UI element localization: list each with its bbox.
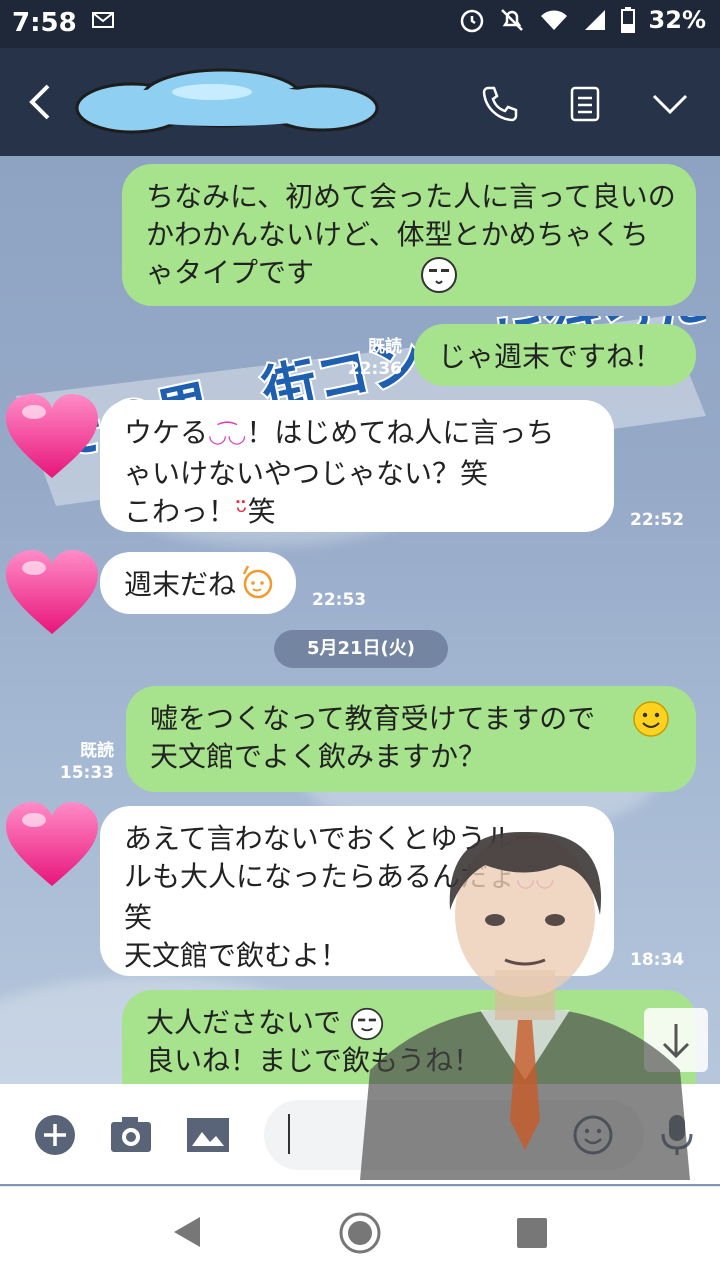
message-bubble-outgoing[interactable]: ちなみに、初めて会った人に言って良いのかわかんないけど、体型とかめちゃくちゃタイ…: [122, 164, 696, 306]
back-icon[interactable]: [26, 82, 56, 122]
message-text: こわっ！: [124, 495, 237, 528]
mail-notification-icon: [92, 12, 114, 28]
message-input-bar: [0, 1084, 720, 1184]
message-text: じゃ週末ですね！: [438, 340, 663, 373]
text-cursor: [288, 1114, 290, 1154]
scroll-to-bottom-button[interactable]: [644, 1008, 708, 1072]
message-bubble-outgoing[interactable]: 嘘をつくなって教育受けてますので 天文館でよく飲みますか？: [126, 686, 696, 792]
notes-icon[interactable]: [566, 84, 606, 124]
message-text: 笑: [247, 495, 276, 528]
status-bar: 7:58 32%: [0, 0, 720, 48]
image-icon[interactable]: [186, 1114, 230, 1156]
avatar-heart[interactable]: [4, 392, 100, 482]
message-text: 週末だね: [124, 568, 237, 601]
message-text: 良いね！まじで飲もうね！: [146, 1044, 482, 1077]
phone-icon[interactable]: [480, 84, 520, 124]
kiss-face-emoji-icon: ◡͡◡: [208, 423, 247, 448]
message-text: ！はじめてね人に言っち: [246, 416, 555, 449]
message-text: ゃいけないやつじゃない？笑: [124, 457, 489, 490]
signal-icon: [584, 10, 605, 30]
status-time: 7:58: [12, 8, 77, 38]
chat-area[interactable]: ちなみに、初めて会った人に言って良いのかわかんないけど、体型とかめちゃくちゃタイ…: [0, 156, 720, 1084]
message-text: あえて言わないでおくとゆうルー: [124, 822, 542, 855]
date-divider: 5月21日(火): [274, 630, 448, 668]
message-text: 大人ださないで: [146, 1006, 342, 1039]
wifi-icon: [540, 10, 567, 30]
message-bubble-incoming[interactable]: ウケる◡͡◡！はじめてね人に言っち ゃいけないやつじゃない？笑 こわっ！ᵕ̈笑: [100, 400, 614, 532]
kiss-face-emoji-icon: ◡͡◡: [516, 867, 555, 892]
avatar-heart[interactable]: [4, 800, 100, 890]
battery-icon: [620, 7, 635, 33]
message-bubble-outgoing[interactable]: じゃ週末ですね！: [414, 324, 696, 386]
smiley-emoji-icon: [633, 701, 669, 737]
waving-face-emoji-icon: [242, 565, 273, 599]
battery-percent: 32%: [648, 6, 706, 34]
tongue-emoji-icon: ᵕ̈: [236, 495, 248, 528]
message-text: 天文館で飲むよ！: [124, 939, 349, 972]
nav-back-icon[interactable]: [172, 1215, 202, 1249]
chat-header: [0, 48, 720, 156]
message-text: ウケる: [124, 416, 209, 449]
mic-icon[interactable]: [656, 1114, 698, 1156]
scroll-down-icon: [662, 1024, 690, 1059]
message-text: 嘘をつくなって教育受けてますので: [150, 702, 596, 735]
message-time: 22:52: [630, 510, 685, 530]
message-time: 18:34: [630, 950, 685, 970]
read-receipt: 既読 15:33: [59, 741, 114, 783]
censor-cloud-sticker: [75, 68, 379, 134]
sticker-face-icon: [421, 257, 457, 293]
avatar-heart[interactable]: [4, 548, 100, 638]
chevron-down-icon[interactable]: [650, 84, 690, 124]
camera-icon[interactable]: [110, 1114, 152, 1156]
message-text: 天文館でよく飲みますか？: [150, 740, 487, 773]
alarm-icon: [460, 9, 483, 33]
message-bubble-incoming[interactable]: 週末だね: [100, 552, 296, 614]
read-receipt: 既読 22:36: [347, 337, 402, 379]
message-text: ルも大人になったらあるんだょ: [124, 860, 517, 893]
sticker-face-icon: [350, 1007, 384, 1041]
message-bubble-outgoing[interactable]: 大人ださないで 良いね！まじで飲もうね！: [122, 990, 696, 1084]
message-text: ちなみに、初めて会った人に言って良いのかわかんないけど、体型とかめちゃくちゃタイ…: [146, 180, 676, 289]
message-text: 笑: [124, 901, 153, 934]
message-time: 22:53: [312, 590, 367, 610]
plus-icon[interactable]: [34, 1114, 76, 1156]
message-bubble-incoming[interactable]: あえて言わないでおくとゆうルー ルも大人になったらあるんだょ◡͡◡ 笑 天文館で…: [100, 806, 614, 976]
nav-recents-icon[interactable]: [516, 1217, 548, 1249]
system-nav-bar: [0, 1186, 720, 1281]
nav-home-icon[interactable]: [338, 1211, 382, 1255]
emoji-icon[interactable]: [572, 1114, 614, 1156]
mute-icon: [500, 9, 523, 31]
